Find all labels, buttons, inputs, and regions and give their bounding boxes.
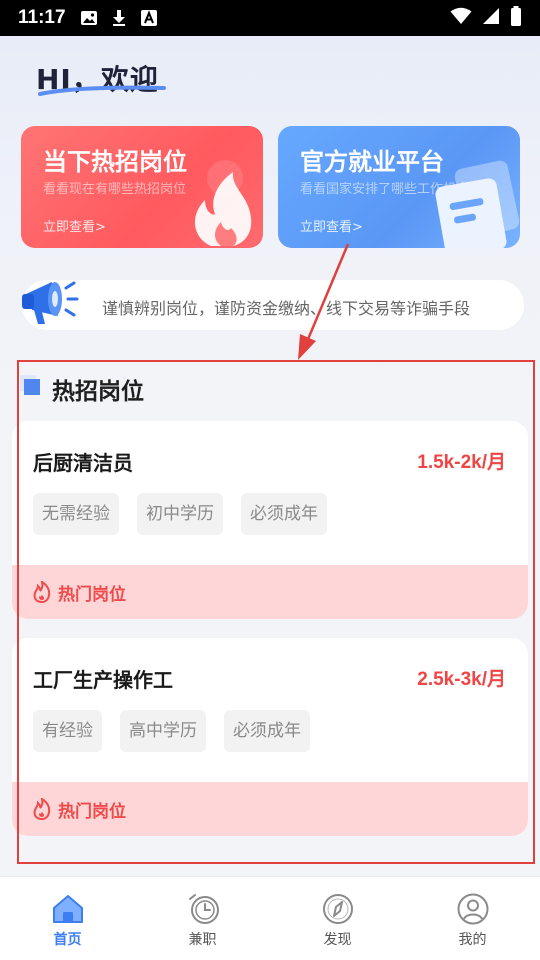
notice-text: 谨慎辨别岗位，谨防资金缴纳、线下交易等诈骗手段 [102,299,471,318]
flame-icon [194,160,252,246]
megaphone-icon [22,281,79,324]
font-icon [140,9,158,27]
compass-icon [322,894,353,924]
user-icon [457,893,488,925]
greeting-underline [38,85,166,96]
nav-label: 首页 [53,932,82,948]
status-time: 11:17 [18,7,66,28]
nav-item-home[interactable]: 首页 [0,877,135,960]
nav-label: 我的 [458,932,487,948]
status-bar: 11:17 [0,0,540,36]
home-icon [52,895,83,923]
official-platform-card[interactable]: 官方就业平台 看看国家安排了哪些工作机会 立即查看> [278,126,520,248]
image-icon [80,9,98,27]
document-icon [435,160,520,248]
card-view-link[interactable]: 立即查看> [43,216,106,235]
nav-item-discover[interactable]: 发现 [270,877,405,960]
annotation-arrow-icon [298,243,350,360]
bottom-nav: 首页 兼职 发现 我的 [0,876,540,960]
annotation-highlight-box [17,360,535,864]
battery-icon [510,6,522,30]
clock-icon [188,894,219,924]
card-view-link[interactable]: 立即查看> [300,216,363,235]
nav-label: 兼职 [188,932,217,948]
signal-icon [482,7,500,29]
wifi-icon [450,7,472,29]
nav-item-parttime[interactable]: 兼职 [135,877,270,960]
hot-jobs-card[interactable]: 当下热招岗位 看看现在有哪些热招岗位 立即查看> [21,126,263,248]
nav-label: 发现 [323,932,352,948]
notice-bar: 谨慎辨别岗位，谨防资金缴纳、线下交易等诈骗手段 [22,280,524,330]
download-icon [110,9,128,27]
nav-item-profile[interactable]: 我的 [405,877,540,960]
